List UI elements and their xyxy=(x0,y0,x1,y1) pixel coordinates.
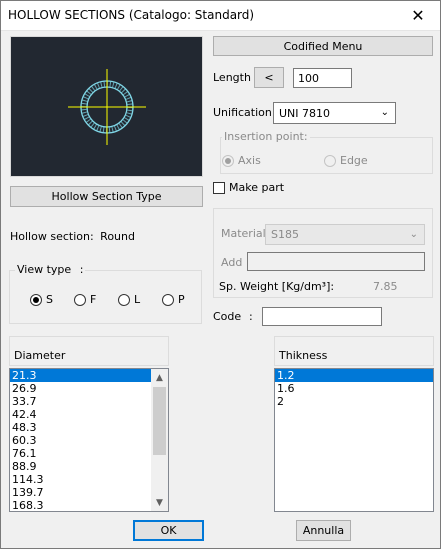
view-type-colon: : xyxy=(79,263,84,276)
hollow-section-value: Round xyxy=(100,230,135,243)
length-label: Length xyxy=(213,71,251,84)
radio-dot xyxy=(222,154,234,167)
checkbox-box xyxy=(213,181,225,194)
diameter-scrollbar[interactable]: ▲ ▼ xyxy=(151,369,168,511)
insertion-axis-label: Axis xyxy=(238,154,261,167)
thickness-list[interactable]: 1.2 1.6 2 xyxy=(274,368,434,512)
radio-dot xyxy=(118,293,130,306)
view-type-l-radio[interactable]: L xyxy=(118,293,140,306)
view-type-caption-text: View type xyxy=(17,263,72,276)
material-value: S185 xyxy=(271,228,299,241)
diameter-header-label: Diameter xyxy=(14,349,66,362)
view-type-s-label: S xyxy=(46,293,53,306)
material-select[interactable]: S185 ⌄ xyxy=(265,224,425,245)
section-preview xyxy=(10,36,203,177)
list-item[interactable]: 76.1 xyxy=(10,447,168,460)
hollow-section-type-button[interactable]: Hollow Section Type xyxy=(10,186,203,207)
close-button[interactable]: ✕ xyxy=(395,0,441,31)
ok-button[interactable]: OK xyxy=(133,520,204,541)
list-item[interactable]: 26.9 xyxy=(10,382,168,395)
cancel-button[interactable]: Annulla xyxy=(296,520,351,541)
view-type-s-radio[interactable]: S xyxy=(30,293,53,306)
diameter-list[interactable]: 21.3 26.9 33.7 42.4 48.3 60.3 76.1 88.9 114.3 139… xyxy=(9,368,169,512)
unification-select[interactable]: UNI 7810 ⌄ xyxy=(273,102,396,124)
insertion-point-caption: Insertion point: xyxy=(222,130,310,143)
scroll-down-icon[interactable]: ▼ xyxy=(151,494,168,511)
unification-value: UNI 7810 xyxy=(279,106,331,120)
list-item[interactable]: 60.3 xyxy=(10,434,168,447)
hollow-section-caption: Hollow section: xyxy=(10,230,94,243)
insertion-edge-radio[interactable]: Edge xyxy=(324,154,368,167)
list-item[interactable]: 1.6 xyxy=(275,382,433,395)
radio-dot xyxy=(30,293,42,306)
scroll-up-icon[interactable]: ▲ xyxy=(151,369,168,386)
list-item[interactable]: 48.3 xyxy=(10,421,168,434)
code-colon: : xyxy=(249,310,253,323)
add-input[interactable] xyxy=(247,252,425,271)
radio-dot xyxy=(324,154,336,167)
list-item[interactable]: 21.3 xyxy=(10,369,168,382)
list-item[interactable]: 114.3 xyxy=(10,473,168,486)
codified-menu-button[interactable]: Codified Menu xyxy=(213,36,433,56)
list-item[interactable]: 42.4 xyxy=(10,408,168,421)
round-hollow-section-icon xyxy=(68,69,146,145)
title-bar: HOLLOW SECTIONS (Catalogo: Standard) ✕ xyxy=(0,0,441,31)
view-type-p-label: P xyxy=(178,293,185,306)
code-label: Code xyxy=(213,310,242,323)
thickness-header-label: Thikness xyxy=(279,349,328,362)
scroll-thumb[interactable] xyxy=(153,387,166,455)
thickness-items: 1.2 1.6 2 xyxy=(275,369,433,408)
list-item[interactable]: 1.2 xyxy=(275,369,433,382)
code-input[interactable] xyxy=(262,307,382,326)
view-type-caption: View type : xyxy=(15,263,86,276)
radio-dot xyxy=(74,293,86,306)
insertion-axis-radio[interactable]: Axis xyxy=(222,154,261,167)
add-label: Add xyxy=(221,256,243,269)
specific-weight-label: Sp. Weight [Kg/dm³]: xyxy=(219,280,335,293)
list-item[interactable]: 88.9 xyxy=(10,460,168,473)
material-label: Material xyxy=(221,227,266,240)
thickness-header: Thikness xyxy=(274,336,434,366)
diameter-header: Diameter xyxy=(9,336,169,366)
make-part-label: Make part xyxy=(229,181,285,194)
specific-weight-value: 7.85 xyxy=(373,280,398,293)
chevron-down-icon: ⌄ xyxy=(409,228,418,240)
length-less-button[interactable]: < xyxy=(254,67,284,88)
insertion-edge-label: Edge xyxy=(340,154,368,167)
unification-label: Unification xyxy=(213,106,272,119)
view-type-f-radio[interactable]: F xyxy=(74,293,96,306)
chevron-down-icon: ⌄ xyxy=(380,106,389,118)
close-icon: ✕ xyxy=(411,6,425,25)
make-part-checkbox[interactable]: Make part xyxy=(213,181,284,194)
length-input[interactable]: 100 xyxy=(293,68,352,88)
view-type-p-radio[interactable]: P xyxy=(162,293,185,306)
window-title: HOLLOW SECTIONS (Catalogo: Standard) xyxy=(8,8,255,22)
list-item[interactable]: 2 xyxy=(275,395,433,408)
hollow-section-label: Hollow section: Round xyxy=(10,230,135,243)
list-item[interactable]: 139.7 xyxy=(10,486,168,499)
list-item[interactable]: 168.3 xyxy=(10,499,168,511)
list-item[interactable]: 33.7 xyxy=(10,395,168,408)
view-type-l-label: L xyxy=(134,293,141,306)
diameter-items: 21.3 26.9 33.7 42.4 48.3 60.3 76.1 88.9 114.3 139… xyxy=(10,369,168,511)
radio-dot xyxy=(162,293,174,306)
view-type-f-label: F xyxy=(90,293,97,306)
